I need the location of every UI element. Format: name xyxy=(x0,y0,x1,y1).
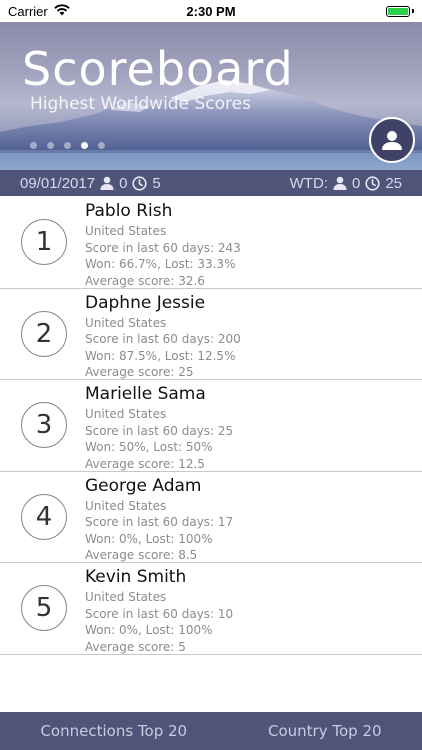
status-bar: Carrier 2:30 PM xyxy=(0,0,422,22)
page-dot[interactable] xyxy=(47,142,54,149)
bottom-tab-bar: Connections Top 20 Country Top 20 xyxy=(0,712,422,750)
list-item[interactable]: 1 Pablo Rish United States Score in last… xyxy=(0,197,422,289)
player-average: Average score: 25 xyxy=(85,365,194,379)
player-country: United States xyxy=(85,315,167,330)
player-record: Won: 66.7%, Lost: 33.3% xyxy=(85,257,236,271)
player-info: Daphne Jessie United States Score in las… xyxy=(85,291,241,381)
profile-icon xyxy=(382,131,402,150)
profile-button[interactable] xyxy=(369,117,415,163)
player-name: Kevin Smith xyxy=(85,567,187,587)
page-dot[interactable] xyxy=(98,142,105,149)
wtd-label: WTD: xyxy=(289,174,328,192)
score-list: 1 Pablo Rish United States Score in last… xyxy=(0,197,422,655)
clock-icon xyxy=(132,175,148,191)
player-average: Average score: 12.5 xyxy=(85,456,205,471)
player-country: United States xyxy=(85,407,167,421)
player-record: Won: 50%, Lost: 50% xyxy=(85,440,213,454)
list-item[interactable]: 2 Daphne Jessie United States Score in l… xyxy=(0,289,422,381)
player-country: United States xyxy=(85,498,167,513)
player-record: Won: 87.5%, Lost: 12.5% xyxy=(85,348,236,363)
daily-stats: 09/01/2017 0 5 xyxy=(20,175,161,192)
carrier-label: Carrier xyxy=(8,3,48,19)
tab-country-top-20[interactable]: Country Top 20 xyxy=(268,722,382,740)
hero-banner: Scoreboard Highest Worldwide Scores xyxy=(0,22,422,170)
battery-icon xyxy=(386,5,414,17)
player-average: Average score: 5 xyxy=(85,639,186,654)
player-name: Marielle Sama xyxy=(85,384,206,404)
wifi-icon xyxy=(54,3,70,19)
player-record: Won: 0%, Lost: 100% xyxy=(85,531,213,546)
stats-date: 09/01/2017 xyxy=(20,174,96,192)
player-info: Pablo Rish United States Score in last 6… xyxy=(85,199,241,289)
status-left: Carrier xyxy=(8,4,70,19)
player-record: Won: 0%, Lost: 100% xyxy=(85,623,213,637)
daily-time-count: 5 xyxy=(152,174,161,192)
player-score: Score in last 60 days: 200 xyxy=(85,332,241,346)
player-info: Kevin Smith United States Score in last … xyxy=(85,565,233,655)
user-icon xyxy=(333,176,347,190)
player-name: Daphne Jessie xyxy=(85,292,206,313)
player-score: Score in last 60 days: 17 xyxy=(85,515,234,529)
page-title: Scoreboard xyxy=(22,42,294,96)
player-country: United States xyxy=(85,590,167,604)
rank-badge: 3 xyxy=(21,402,67,448)
list-item[interactable]: 3 Marielle Sama United States Score in l… xyxy=(0,380,422,472)
wtd-stats: WTD: 0 25 xyxy=(290,175,402,192)
player-info: Marielle Sama United States Score in las… xyxy=(85,382,233,472)
page-subtitle: Highest Worldwide Scores xyxy=(30,94,251,114)
page-dot-active[interactable] xyxy=(81,142,88,149)
page-dot[interactable] xyxy=(30,142,37,149)
player-info: George Adam United States Score in last … xyxy=(85,474,233,564)
tab-connections-top-20[interactable]: Connections Top 20 xyxy=(40,722,187,740)
rank-badge: 5 xyxy=(21,585,67,631)
rank-badge: 2 xyxy=(21,310,67,357)
player-score: Score in last 60 days: 243 xyxy=(85,240,241,255)
player-name: George Adam xyxy=(85,475,202,496)
player-score: Score in last 60 days: 10 xyxy=(85,606,234,621)
list-item[interactable]: 4 George Adam United States Score in las… xyxy=(0,472,422,564)
player-average: Average score: 32.6 xyxy=(85,273,205,288)
page-dot[interactable] xyxy=(64,142,71,149)
clock-icon xyxy=(365,175,380,191)
list-item[interactable]: 5 Kevin Smith United States Score in las… xyxy=(0,563,422,655)
daily-users-count: 0 xyxy=(119,174,128,192)
player-name: Pablo Rish xyxy=(85,201,173,221)
rank-badge: 4 xyxy=(21,493,67,540)
wtd-time-count: 25 xyxy=(385,174,402,192)
player-country: United States xyxy=(85,224,167,238)
stats-bar: 09/01/2017 0 5 WTD: 0 25 xyxy=(0,170,422,196)
player-average: Average score: 8.5 xyxy=(85,548,198,562)
rank-badge: 1 xyxy=(21,219,67,265)
page-indicator[interactable] xyxy=(30,142,105,149)
user-icon xyxy=(100,176,114,190)
wtd-users-count: 0 xyxy=(351,174,361,192)
player-score: Score in last 60 days: 25 xyxy=(85,423,234,438)
